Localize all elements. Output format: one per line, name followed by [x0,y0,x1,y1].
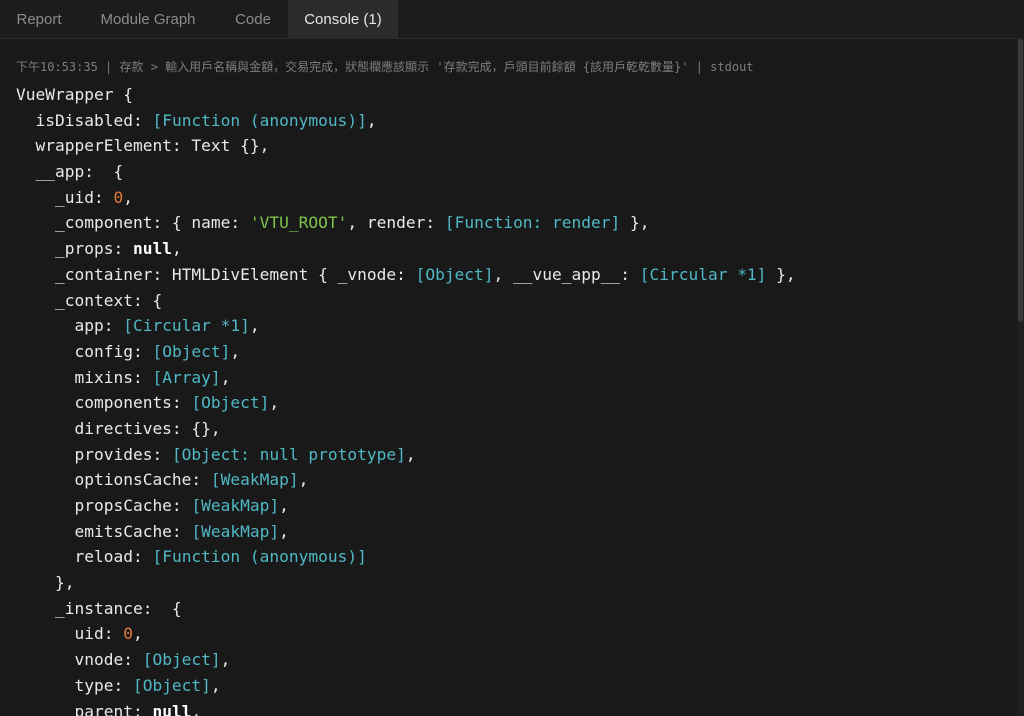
console-line: app: [Circular *1], [16,313,796,339]
code-text: , [269,393,280,413]
code-text: components: [16,393,192,413]
special-value: [WeakMap] [191,521,280,541]
special-value: [Object: null prototype] [171,444,406,464]
vertical-scrollbar[interactable] [1017,39,1024,716]
code-text: , [279,521,289,541]
code-text: VueWrapper { [16,85,133,104]
code-text: , [171,239,182,259]
code-text: , [123,187,133,207]
special-value: [Function: render] [444,213,621,233]
code-text: , [366,110,377,130]
console-line: VueWrapper { [16,82,796,108]
code-text: directives: {}, [16,418,221,438]
console-log-content: VueWrapper { isDisabled: [Function (anon… [16,82,796,716]
code-text: wrapperElement: Text {}, [16,136,270,156]
special-value: [Object] [191,393,270,413]
code-text: propsCache: [16,496,192,515]
console-line: _props: null, [16,236,796,262]
code-text: config: [16,341,153,361]
console-line: propsCache: [WeakMap], [16,493,796,519]
string-value: 'VTU_ROOT' [249,213,348,233]
code-text: , [210,675,221,695]
console-line: _container: HTMLDivElement { _vnode: [Ob… [16,262,796,288]
code-text: }, [620,213,650,233]
code-text: type: [16,675,133,695]
code-text: }, [16,573,75,593]
console-line: type: [Object], [16,673,796,699]
console-line: emitsCache: [WeakMap], [16,519,796,545]
special-value: [Object] [142,650,221,670]
code-text: app: [16,316,124,336]
null-keyword: null [152,701,192,716]
code-text: uid: [16,624,124,644]
special-value: [Object] [132,675,211,695]
code-text: , [405,444,416,464]
code-text: , [220,650,231,670]
console-line: reload: [Function (anonymous)] [16,544,796,570]
code-text: _props: [16,239,133,259]
special-value: [Function (anonymous)] [152,547,367,567]
tab-console[interactable]: Console (1) [288,0,398,38]
special-value: [Object] [152,341,231,361]
code-text: emitsCache: [16,521,192,541]
null-keyword: null [132,239,172,259]
console-line: directives: {}, [16,416,796,442]
code-text: isDisabled: [16,110,153,130]
code-text: optionsCache: [16,470,211,490]
code-text: , [132,624,143,644]
console-line: parent: null, [16,699,796,716]
scrollbar-thumb[interactable] [1018,39,1023,322]
console-line: optionsCache: [WeakMap], [16,467,796,493]
code-text: , [298,470,309,490]
console-line: mixins: [Array], [16,365,796,391]
special-value: [WeakMap] [191,496,280,515]
console-line: _instance: { [16,596,796,622]
special-value: [Circular *1] [639,264,767,284]
console-line: config: [Object], [16,339,796,365]
code-text: , __vue_app__: [493,264,640,284]
code-text: _uid: [16,187,114,207]
code-text: reload: [16,547,153,567]
tab-code[interactable]: Code [218,0,288,38]
console-line: provides: [Object: null prototype], [16,442,796,468]
code-text: , render: [347,213,445,233]
special-value: [WeakMap] [210,470,299,490]
tab-bar: Report Module Graph Code Console (1) [0,0,1024,39]
code-text: provides: [16,444,172,464]
special-value: [Object] [415,264,494,284]
special-value: [Array] [152,367,221,387]
console-line: }, [16,570,796,596]
console-line: isDisabled: [Function (anonymous)], [16,108,796,134]
console-output: 下午10:53:35 | 存款 > 輸入用戶名稱與金額，交易完成，狀態欄應該顯示… [0,39,1016,716]
code-text: , [249,316,260,336]
tab-report[interactable]: Report [0,0,78,38]
code-text: , [279,496,289,515]
code-text: parent: [16,701,153,716]
code-text: vnode: [16,650,143,670]
console-line: uid: 0, [16,621,796,647]
console-line: vnode: [Object], [16,647,796,673]
console-line: _context: { [16,288,796,314]
code-text: _component: { name: [16,213,250,233]
code-text: _instance: { [16,598,182,618]
code-text: , [220,367,231,387]
code-text: , [230,341,241,361]
console-line: wrapperElement: Text {}, [16,133,796,159]
code-text: __app: { [16,162,124,182]
special-value: [Function (anonymous)] [152,110,367,130]
code-text: , [191,701,202,716]
code-text: mixins: [16,367,153,387]
console-log-meta: 下午10:53:35 | 存款 > 輸入用戶名稱與金額，交易完成，狀態欄應該顯示… [16,60,754,74]
console-line: _uid: 0, [16,185,796,211]
tab-module-graph[interactable]: Module Graph [78,0,218,38]
code-text: }, [766,264,796,284]
console-line: components: [Object], [16,390,796,416]
console-line: __app: { [16,159,796,185]
number-value: 0 [123,624,133,644]
console-line: _component: { name: 'VTU_ROOT', render: … [16,210,796,236]
code-text: _context: { [16,290,163,310]
number-value: 0 [113,187,124,207]
special-value: [Circular *1] [123,316,250,336]
code-text: _container: HTMLDivElement { _vnode: [16,264,416,284]
